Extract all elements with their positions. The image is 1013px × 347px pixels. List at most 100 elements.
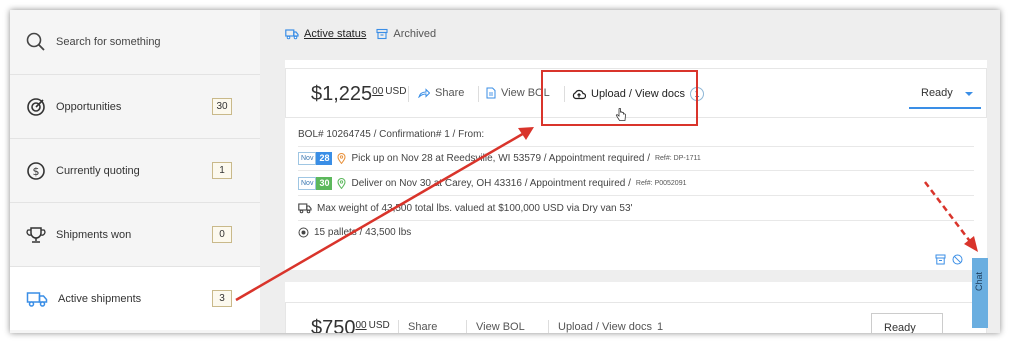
share-button[interactable]: Share (408, 321, 437, 333)
pickup-line: Nov 28 Pick up on Nov 28 at Reedsville, W… (298, 152, 701, 165)
status-tabs: Active status Archived (285, 24, 436, 44)
archive-icon (376, 28, 388, 40)
cancel-icon[interactable] (952, 254, 963, 265)
status-select[interactable]: Ready (909, 79, 981, 109)
weight-line: Max weight of 43,500 total lbs. valued a… (298, 202, 632, 214)
shipment-header: $1,22500 USD Share View BOL Upload / Vie… (285, 68, 987, 118)
sidebar-item-label: Currently quoting (56, 164, 140, 177)
share-button[interactable]: Share (418, 87, 464, 99)
search-bar[interactable]: Search for something (10, 10, 260, 74)
count-badge: 0 (212, 226, 232, 243)
hand-cursor-icon (615, 108, 627, 122)
date-month: Nov (298, 152, 317, 165)
upload-label: Upload / View docs (591, 88, 685, 100)
status-select-value: Ready (884, 322, 916, 333)
shipment-header: $75000 USD Share View BOL Upload / View d… (285, 302, 987, 333)
price-amount: $1,225 (311, 83, 373, 105)
upload-count-badge: 1 (689, 87, 704, 101)
chat-tab[interactable]: Chat (972, 258, 988, 328)
upload-label: Upload / View docs (558, 321, 652, 333)
sidebar-item-label: Shipments won (56, 228, 132, 241)
divider (466, 320, 467, 333)
upload-view-docs-button[interactable]: Upload / View docs 1 (558, 321, 663, 333)
cloud-upload-icon (572, 89, 586, 100)
price-currency: USD (368, 320, 390, 331)
view-bol-button[interactable]: View BOL (486, 87, 550, 99)
shipment-price: $1,22500 USD (311, 83, 406, 106)
date-month: Nov (298, 177, 317, 190)
count-badge: 1 (212, 162, 232, 179)
chat-label: Chat (974, 272, 984, 292)
radio-dot-icon (298, 227, 309, 238)
weight-text: Max weight of 43,500 total lbs. valued a… (317, 202, 633, 214)
delivery-date-chip: Nov 30 (298, 177, 333, 190)
pickup-date-chip: Nov 28 (298, 152, 333, 165)
sidebar-item-active-shipments[interactable]: Active shipments 3 (10, 266, 268, 330)
count-badge: 3 (212, 290, 232, 307)
price-amount: $750 (311, 317, 356, 333)
date-day: 30 (316, 177, 333, 190)
tab-label: Archived (393, 28, 437, 40)
status-select-value: Ready (921, 87, 953, 99)
shipment-price: $75000 USD (311, 317, 390, 333)
view-bol-label: View BOL (476, 321, 525, 333)
divider (298, 170, 974, 171)
tab-label: Active status (304, 28, 367, 40)
card-actions (935, 254, 963, 265)
share-label: Share (435, 87, 465, 99)
location-pin-icon (337, 153, 346, 164)
divider (298, 220, 974, 221)
sidebar-item-opportunities[interactable]: Opportunities 30 (10, 74, 260, 138)
date-day: 28 (316, 152, 333, 165)
pallets-line: 15 pallets / 43,500 lbs (298, 227, 411, 238)
truck-icon (298, 202, 312, 214)
trophy-icon (26, 225, 46, 245)
search-input[interactable]: Search for something (56, 36, 161, 48)
sidebar-item-label: Opportunities (56, 100, 122, 113)
delivery-line: Nov 30 Deliver on Nov 30 at Carey, OH 433… (298, 177, 687, 190)
truck-icon (285, 28, 299, 40)
price-cents: 00 (355, 320, 367, 331)
price-cents: 00 (372, 86, 384, 97)
view-bol-label: View BOL (501, 87, 550, 99)
shipment-card: $75000 USD Share View BOL Upload / View d… (285, 282, 987, 333)
delivery-text: Deliver on Nov 30 at Carey, OH 43316 / A… (351, 178, 631, 189)
pickup-ref: Ref#: DP-1711 (654, 155, 701, 162)
pickup-text: Pick up on Nov 28 at Reedsville, WI 5357… (351, 153, 650, 164)
upload-count-badge: 1 (656, 321, 664, 333)
divider (564, 86, 565, 102)
app-window: Search for something Opportunities 30 $ … (10, 10, 1000, 333)
status-select[interactable]: Ready (871, 313, 943, 333)
count-badge: 30 (212, 98, 232, 115)
share-label: Share (408, 321, 438, 333)
divider (478, 86, 479, 102)
dollar-circle-icon: $ (26, 161, 46, 181)
tab-active-status[interactable]: Active status (285, 28, 366, 40)
share-arrow-icon (418, 88, 430, 98)
divider (408, 86, 409, 102)
sidebar: Search for something Opportunities 30 $ … (10, 10, 268, 333)
bol-line: BOL# 10264745 / Confirmation# 1 / From: (298, 129, 485, 140)
delivery-ref: Ref#: P0052091 (635, 180, 687, 187)
main-content: Active status Archived $1,22500 USD Shar… (260, 10, 1000, 333)
divider (548, 320, 549, 333)
chevron-down-icon (965, 92, 973, 96)
divider (298, 146, 974, 147)
document-icon (486, 87, 496, 99)
sidebar-item-shipments-won[interactable]: Shipments won 0 (10, 202, 260, 266)
view-bol-button[interactable]: View BOL (476, 321, 525, 333)
tab-archived[interactable]: Archived (376, 28, 436, 40)
search-icon (26, 32, 46, 52)
upload-view-docs-button[interactable]: Upload / View docs 1 (572, 87, 704, 101)
truck-icon (26, 289, 48, 309)
sidebar-item-label: Active shipments (58, 292, 142, 305)
target-icon (26, 97, 46, 117)
sidebar-item-currently-quoting[interactable]: $ Currently quoting 1 (10, 138, 260, 202)
price-currency: USD (385, 86, 407, 97)
divider (298, 195, 974, 196)
divider (398, 320, 399, 333)
pallets-text: 15 pallets / 43,500 lbs (314, 227, 412, 238)
archive-icon[interactable] (935, 254, 946, 265)
shipment-card: $1,22500 USD Share View BOL Upload / Vie… (285, 60, 987, 270)
svg-text:$: $ (33, 165, 40, 178)
